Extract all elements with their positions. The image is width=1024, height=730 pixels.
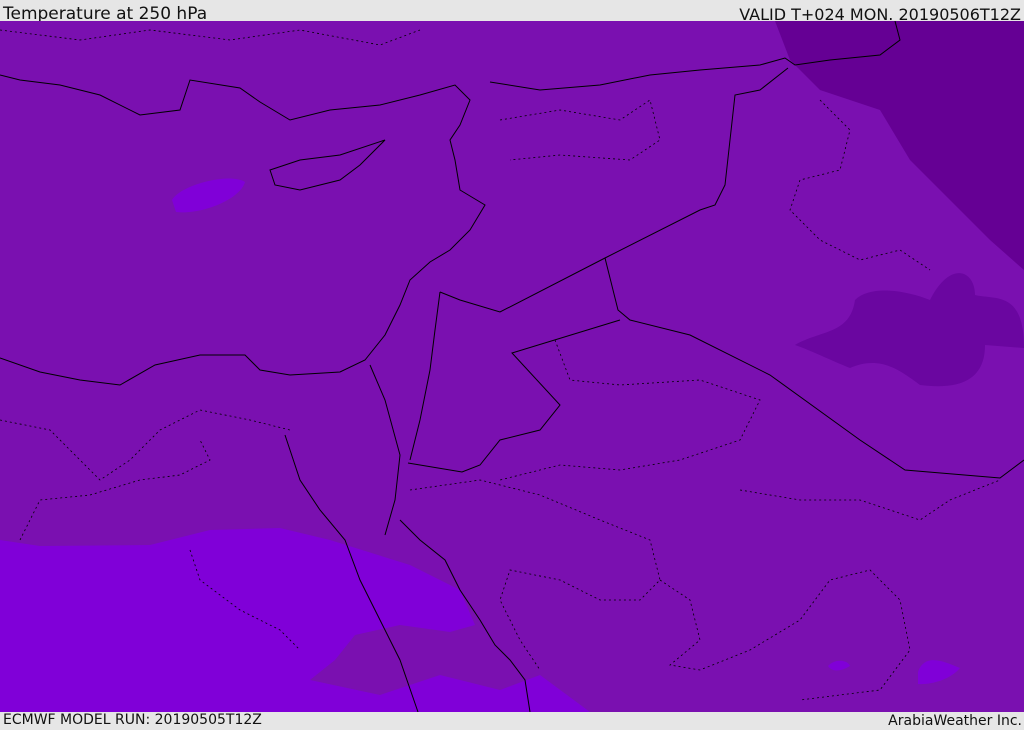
model-run-label: ECMWF MODEL RUN: 20190505T12Z bbox=[3, 712, 262, 728]
credit-label: ArabiaWeather Inc. bbox=[888, 713, 1022, 729]
footer-bar: ECMWF MODEL RUN: 20190505T12Z ArabiaWeat… bbox=[0, 712, 1024, 729]
header-bar: Temperature at 250 hPa VALID T+024 MON. … bbox=[0, 0, 1024, 24]
temperature-map bbox=[0, 21, 1024, 712]
